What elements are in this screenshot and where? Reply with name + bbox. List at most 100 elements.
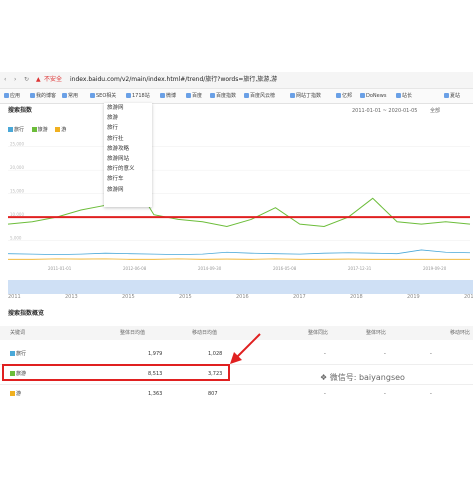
wechat-icon: ❖ — [320, 373, 330, 382]
bookmark-icon — [186, 93, 191, 98]
timeline-label: 2015 — [122, 294, 135, 300]
bookmark-icon — [244, 93, 249, 98]
url-text[interactable]: index.baidu.com/v2/main/index.html#/tren… — [70, 72, 277, 88]
timeline-scrubber[interactable] — [8, 280, 473, 294]
timeline-label: 2015 — [179, 294, 192, 300]
chart-legend: 旅行 旅游 游 — [8, 126, 72, 133]
bookmark-item[interactable]: 1718站 — [126, 89, 150, 103]
total-cell: 1,979 — [148, 351, 163, 357]
x-tick-label: 2017-12-31 — [348, 266, 372, 271]
chart-header: 搜索指数 2011-01-01 ~ 2020-01-05 全部 — [0, 104, 473, 118]
mom-cell: - — [384, 351, 386, 357]
bookmark-item[interactable]: 应用 — [4, 89, 20, 103]
bottom-blank — [0, 400, 473, 477]
date-range-picker[interactable]: 2011-01-01 ~ 2020-01-05 — [352, 104, 417, 118]
legend-swatch — [31, 127, 37, 132]
bookmark-icon — [210, 93, 215, 98]
series-line-旅行 — [7, 249, 471, 256]
bookmark-icon — [30, 93, 35, 98]
bookmark-item[interactable]: 百度指数 — [210, 89, 236, 103]
bookmark-item[interactable]: DoNews — [360, 89, 386, 103]
bookmark-item[interactable]: 夏站 — [444, 89, 460, 103]
bookmark-icon — [336, 93, 341, 98]
scope-select[interactable]: 全部 — [430, 104, 440, 118]
reload-icon[interactable]: ↻ — [24, 72, 29, 88]
bookmark-item[interactable]: 常用 — [62, 89, 78, 103]
section-title: 搜索指数 — [8, 107, 33, 114]
mobile-mom-cell: - — [430, 351, 432, 357]
legend-item[interactable]: 旅行 — [8, 127, 24, 133]
bookmark-icon — [160, 93, 165, 98]
legend-item[interactable]: 旅游 — [31, 127, 48, 133]
dropdown-item[interactable]: 旅行 — [104, 123, 152, 133]
series-line-旅游 — [7, 173, 471, 227]
annotation-arrow — [230, 333, 261, 364]
bookmark-icon — [444, 93, 449, 98]
bookmark-item[interactable]: 百度 — [186, 89, 202, 103]
x-tick-label: 2014-09-30 — [198, 266, 222, 271]
legend-swatch — [8, 127, 13, 132]
top-blank — [0, 0, 473, 72]
header-cell: 整体日均值 — [120, 330, 146, 336]
x-tick-label: 2012-06-08 — [123, 266, 147, 271]
watermark: ❖ 微信号: baiyangseo — [320, 373, 405, 382]
dropdown-item[interactable]: 旅行社 — [104, 134, 152, 144]
legend-item[interactable]: 游 — [55, 127, 66, 133]
back-icon[interactable]: ‹ — [4, 72, 6, 88]
keyword-cell: 旅行 — [10, 344, 26, 364]
bookmark-icon — [396, 93, 401, 98]
header-cell: 整体同比 — [308, 330, 329, 336]
bookmark-item[interactable]: SEO相关 — [90, 89, 116, 103]
timeline-label: 2019 — [407, 294, 420, 300]
bookmark-icon — [4, 93, 9, 98]
y-tick-label: 25,000 — [10, 142, 24, 147]
timeline-label: 2013 — [65, 294, 78, 300]
x-tick-label: 2016-05-08 — [273, 266, 297, 271]
dropdown-item[interactable]: 旅游网 — [104, 103, 152, 113]
bookmark-icon — [90, 93, 95, 98]
security-label: 不安全 — [44, 76, 63, 83]
dropdown-item[interactable]: 旅游 — [104, 113, 152, 123]
bookmark-item[interactable]: 微博 — [160, 89, 176, 103]
timeline-label: 2018 — [350, 294, 363, 300]
bookmark-item[interactable]: 站长 — [396, 89, 412, 103]
bookmark-icon — [360, 93, 365, 98]
timeline-label: 2018 — [464, 294, 473, 300]
dropdown-item[interactable]: 旅行车 — [104, 174, 152, 184]
legend-swatch — [55, 127, 61, 132]
dropdown-item[interactable]: 旅游网 — [104, 185, 152, 195]
header-cell: 整体环比 — [366, 330, 387, 336]
warning-icon: ▲ — [36, 76, 41, 83]
y-tick-label: 15,000 — [10, 189, 24, 194]
bookmark-icon — [62, 93, 67, 98]
bookmark-item[interactable]: 亿邦 — [336, 89, 352, 103]
color-swatch — [10, 351, 15, 356]
timeline-label: 2011 — [8, 294, 21, 300]
dropdown-item[interactable]: 旅游网站 — [104, 154, 152, 164]
timeline-label: 2016 — [236, 294, 249, 300]
header-cell: 移动日均值 — [192, 330, 218, 336]
header-cell: 移动环比 — [450, 330, 471, 336]
forward-icon[interactable]: › — [14, 72, 16, 88]
y-tick-label: 5,000 — [10, 236, 22, 241]
bookmark-item[interactable]: 我的博客 — [30, 89, 56, 103]
y-tick-label: 20,000 — [10, 165, 24, 170]
trend-chart: 25,00020,00015,00010,0005,0002011-01-01 2… — [7, 142, 471, 271]
timeline-label: 2017 — [293, 294, 306, 300]
mobile-cell: 1,028 — [208, 351, 223, 357]
yoy-cell: - — [324, 351, 326, 357]
header-cell: 关键词 — [10, 330, 26, 336]
bookmark-icon — [126, 93, 131, 98]
bookmark-item[interactable]: 百度风云榜 — [244, 89, 275, 103]
x-tick-label: 2019-09-20 — [423, 266, 447, 271]
bookmark-item[interactable]: 网站丁指数 — [290, 89, 321, 103]
bookmark-icon — [290, 93, 295, 98]
overview-title: 搜索指数概览 — [8, 310, 45, 317]
dropdown-item[interactable]: 旅游攻略 — [104, 144, 152, 154]
keyword-dropdown: 旅游网 旅游 旅行 旅行社 旅游攻略 旅游网站 旅行的意义 旅行车 旅游网 — [104, 103, 152, 207]
bookmarks-bar: 应用 我的博客 常用 SEO相关 1718站 微博 百度 百度指数 百度风云榜 … — [0, 89, 473, 104]
address-bar[interactable]: ‹ › ↻ ▲ 不安全 index.baidu.com/v2/main/inde… — [0, 72, 473, 89]
dropdown-item[interactable]: 旅行的意义 — [104, 164, 152, 174]
color-swatch — [10, 391, 15, 396]
highlight-box — [2, 364, 230, 381]
